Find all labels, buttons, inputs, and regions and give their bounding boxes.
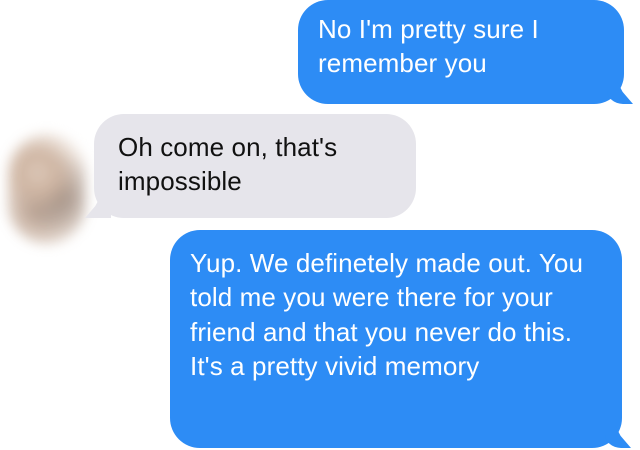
message-text: Yup. We definetely made out. You told me…: [190, 248, 584, 381]
sent-message-bubble[interactable]: No I'm pretty sure I remember you: [298, 0, 624, 104]
message-text: Oh come on, that's impossible: [118, 132, 338, 197]
contact-avatar[interactable]: [8, 134, 86, 244]
message-text: No I'm pretty sure I remember you: [318, 14, 539, 79]
received-message-bubble[interactable]: Oh come on, that's impossible: [94, 114, 416, 218]
sent-message-bubble[interactable]: Yup. We definetely made out. You told me…: [170, 230, 622, 448]
message-thread: No I'm pretty sure I remember you Oh com…: [0, 0, 640, 450]
